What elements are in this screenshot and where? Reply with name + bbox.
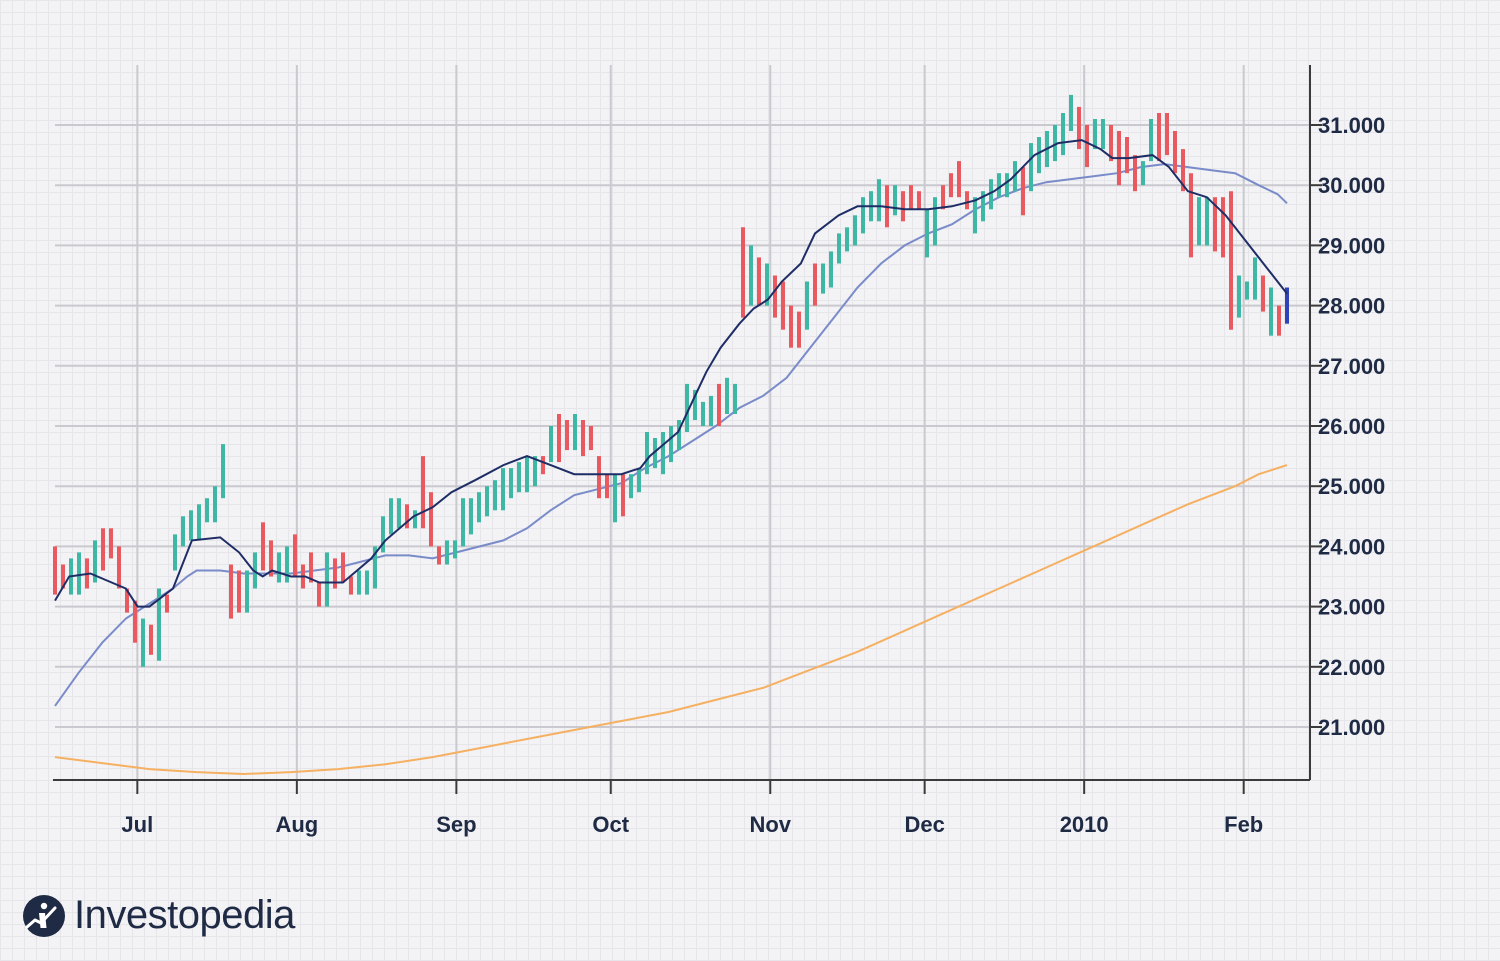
ma-short-layer: [54, 139, 1288, 608]
y-tick-label: 24.000: [1318, 534, 1385, 559]
y-tick-label: 27.000: [1318, 354, 1385, 379]
x-tick-label: Sep: [436, 812, 476, 837]
y-tick-label: 22.000: [1318, 655, 1385, 680]
y-tick-label: 31.000: [1318, 113, 1385, 138]
moving-average-short-line: [54, 139, 1288, 608]
brand-name: Investopedia: [74, 893, 295, 937]
x-tick-labels: Jul Aug Sep Oct Nov Dec 2010 Feb: [121, 812, 1263, 837]
x-tick-label: Dec: [904, 812, 944, 837]
x-tick-label: Feb: [1224, 812, 1263, 837]
y-tick-label: 23.000: [1318, 595, 1385, 620]
y-tick-labels: 31.000 30.000 29.000 28.000 27.000 26.000 25.0…: [1318, 113, 1385, 740]
x-tick-label: 2010: [1060, 812, 1109, 837]
investopedia-logo-icon: [23, 894, 65, 937]
y-tick-label: 25.000: [1318, 474, 1385, 499]
y-tick-label: 21.000: [1318, 715, 1385, 740]
x-tick-label: Nov: [749, 812, 791, 837]
y-tick-label: 30.000: [1318, 173, 1385, 198]
bars-layer: [53, 94, 1289, 667]
y-tick-label: 28.000: [1318, 294, 1385, 319]
x-tick-label: Oct: [592, 812, 629, 837]
x-tick-label: Aug: [275, 812, 318, 837]
brand-logo: Investopedia: [22, 893, 295, 938]
y-tick-label: 26.000: [1318, 414, 1385, 439]
chart: Jul Aug Sep Oct Nov Dec 2010 Feb 31.000 30.000 29…: [53, 65, 1385, 837]
x-tick-label: Jul: [121, 812, 153, 837]
y-tick-label: 29.000: [1318, 233, 1385, 258]
